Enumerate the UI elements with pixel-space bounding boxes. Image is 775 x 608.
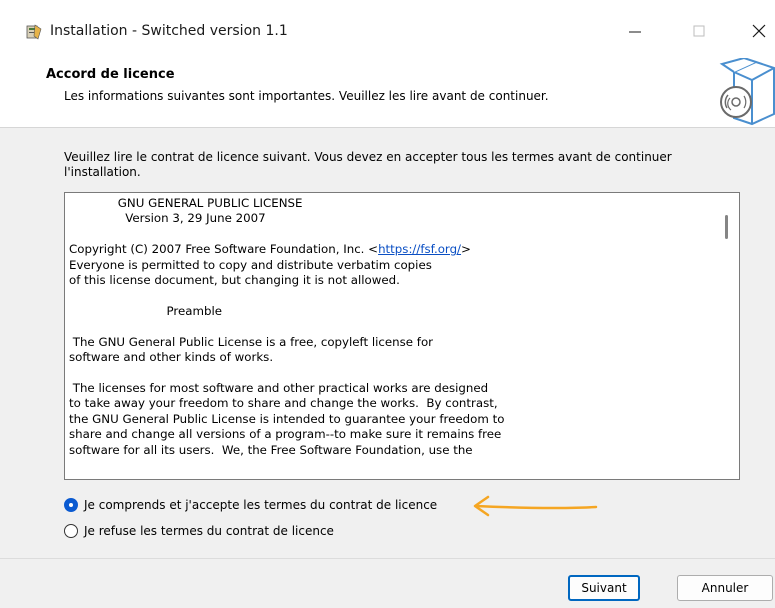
installer-app-icon xyxy=(26,24,42,40)
license-line: software for all its users. We, the Free… xyxy=(69,442,473,457)
accept-label[interactable]: Je comprends et j'accepte les termes du … xyxy=(84,498,437,512)
license-content: GNU GENERAL PUBLIC LICENSE Version 3, 29… xyxy=(69,196,709,458)
license-textbox[interactable]: GNU GENERAL PUBLIC LICENSE Version 3, 29… xyxy=(64,192,740,480)
accept-option[interactable]: Je comprends et j'accepte les termes du … xyxy=(64,498,437,512)
license-line: share and change all versions of a progr… xyxy=(69,427,502,442)
license-line: software and other kinds of works. xyxy=(69,350,274,365)
license-line: to take away your freedom to share and c… xyxy=(69,396,498,411)
window-title: Installation - Switched version 1.1 xyxy=(50,23,288,39)
license-line: Copyright (C) 2007 Free Software Foundat… xyxy=(69,242,379,257)
license-scrollbar[interactable] xyxy=(715,193,739,479)
license-line: Version 3, 29 June 2007 xyxy=(69,211,266,226)
fsf-link[interactable]: https://fsf.org/ xyxy=(378,242,461,256)
license-line: Everyone is permitted to copy and distri… xyxy=(69,257,432,272)
wizard-header: Accord de licence Les informations suiva… xyxy=(0,56,775,128)
cancel-button[interactable]: Annuler xyxy=(677,575,773,601)
page-title: Accord de licence xyxy=(46,67,175,82)
scrollbar-thumb[interactable] xyxy=(725,215,728,239)
next-button[interactable]: Suivant xyxy=(568,575,640,601)
license-line: the GNU General Public License is intend… xyxy=(69,411,505,426)
close-button[interactable] xyxy=(736,14,775,48)
arrow-annotation-icon xyxy=(473,495,598,517)
license-line: The licenses for most software and other… xyxy=(69,380,489,395)
refuse-label[interactable]: Je refuse les termes du contrat de licen… xyxy=(84,524,334,538)
instruction-text: Veuillez lire le contrat de licence suiv… xyxy=(64,150,672,179)
minimize-icon xyxy=(629,31,641,33)
accept-radio[interactable] xyxy=(64,498,78,512)
license-line: GNU GENERAL PUBLIC LICENSE xyxy=(69,196,303,210)
install-box-disc-icon xyxy=(716,56,775,126)
license-line: of this license document, but changing i… xyxy=(69,273,400,288)
maximize-button[interactable] xyxy=(676,14,722,48)
close-icon xyxy=(752,24,766,38)
wizard-footer: Suivant Annuler xyxy=(0,558,775,608)
title-bar: Installation - Switched version 1.1 xyxy=(0,0,775,58)
maximize-icon xyxy=(693,25,705,37)
refuse-radio[interactable] xyxy=(64,524,78,538)
wizard-body: Veuillez lire le contrat de licence suiv… xyxy=(0,128,775,558)
page-subtitle: Les informations suivantes sont importan… xyxy=(64,89,549,103)
minimize-button[interactable] xyxy=(612,14,658,48)
license-line: Preamble xyxy=(69,303,222,318)
license-line: The GNU General Public License is a free… xyxy=(69,334,434,349)
license-line: > xyxy=(461,242,471,257)
refuse-option[interactable]: Je refuse les termes du contrat de licen… xyxy=(64,524,334,538)
